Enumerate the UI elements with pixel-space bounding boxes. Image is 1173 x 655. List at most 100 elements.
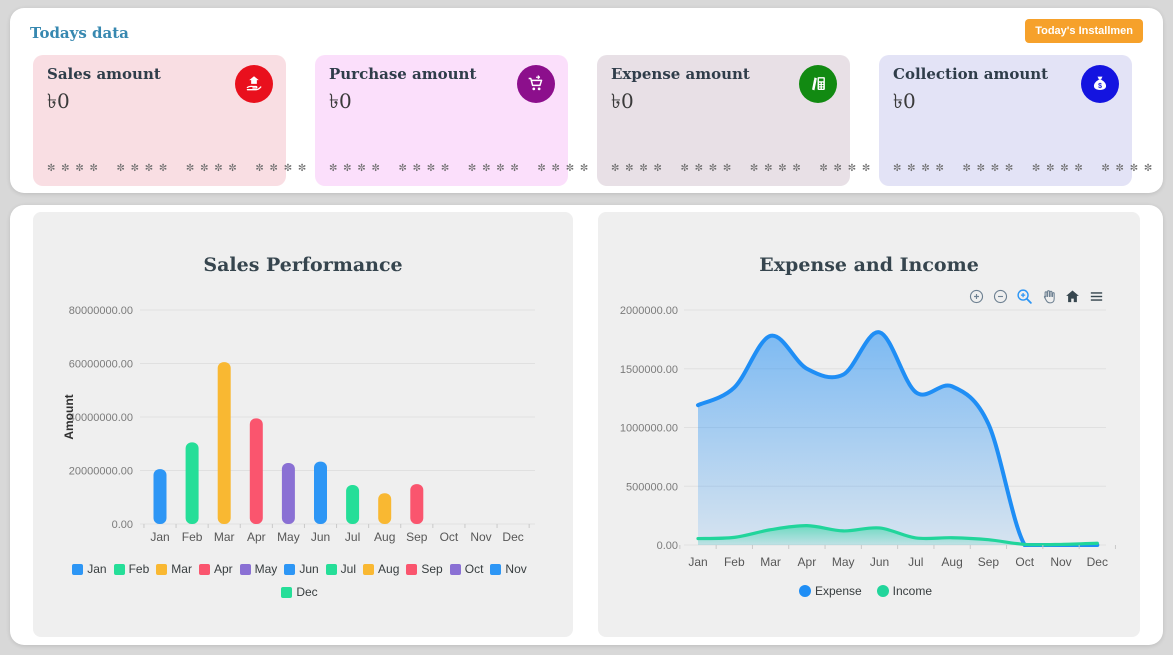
legend-label: Nov: [505, 562, 526, 576]
charts-panel: Sales Performance 0.0020000000.004000000…: [10, 205, 1163, 645]
legend-label: Expense: [815, 584, 862, 598]
sales-chart-legend-row1: Jan Feb Mar Apr May Jun Jul Aug Sep Oct Nov: [33, 562, 573, 576]
legend-label: Income: [893, 584, 932, 598]
legend-label: Jan: [87, 562, 106, 576]
legend-item-nov[interactable]: Nov: [490, 562, 526, 576]
legend-label: Mar: [171, 562, 192, 576]
svg-text:Aug: Aug: [941, 555, 962, 569]
legend-swatch: [281, 587, 292, 598]
card-value: ৳0: [47, 87, 70, 120]
svg-text:May: May: [832, 555, 855, 569]
expense-income-area-chart: 0.00 500000.00 1000000.00 1500000.00 2000000…: [598, 272, 1140, 584]
legend-swatch: [156, 564, 167, 575]
legend-item-mar[interactable]: Mar: [156, 562, 192, 576]
svg-text:0.00: 0.00: [657, 540, 678, 552]
card-title: Expense amount: [611, 65, 750, 83]
svg-text:1000000.00: 1000000.00: [620, 423, 678, 435]
card-title: Purchase amount: [329, 65, 476, 83]
legend-label: Dec: [296, 585, 317, 599]
card-sales-amount: Sales amount ৳0 ✼ ✼ ✼ ✼ ✼ ✼ ✼ ✼ ✼ ✼ ✼ ✼ …: [33, 55, 286, 186]
legend-swatch: [114, 564, 125, 575]
svg-text:Mar: Mar: [214, 530, 235, 544]
svg-text:20000000.00: 20000000.00: [69, 466, 133, 478]
legend-item-income[interactable]: Income: [877, 584, 932, 598]
card-title: Collection amount: [893, 65, 1048, 83]
legend-item-feb[interactable]: Feb: [114, 562, 150, 576]
sales-chart-legend-row2: Dec: [33, 585, 573, 599]
legend-swatch: [450, 564, 461, 575]
todays-data-panel: Todays data Today's Installmen Sales amo…: [10, 8, 1163, 193]
card-masked-digits: ✼ ✼ ✼ ✼ ✼ ✼ ✼ ✼ ✼ ✼ ✼ ✼ ✼ ✼ ✼ ✼: [893, 163, 1154, 174]
billing-calculator-icon: [799, 65, 837, 103]
shopping-cart-icon: [517, 65, 555, 103]
legend-label: Apr: [214, 562, 233, 576]
card-collection-amount: Collection amount ৳0 $ ✼ ✼ ✼ ✼ ✼ ✼ ✼ ✼ ✼…: [879, 55, 1132, 186]
svg-text:2000000.00: 2000000.00: [620, 305, 678, 317]
legend-item-jan[interactable]: Jan: [72, 562, 106, 576]
svg-text:500000.00: 500000.00: [626, 481, 678, 493]
legend-item-apr[interactable]: Apr: [199, 562, 233, 576]
svg-text:Sep: Sep: [978, 555, 1000, 569]
card-masked-digits: ✼ ✼ ✼ ✼ ✼ ✼ ✼ ✼ ✼ ✼ ✼ ✼ ✼ ✼ ✼ ✼: [611, 163, 872, 174]
legend-label: Jun: [299, 562, 318, 576]
svg-text:May: May: [277, 530, 300, 544]
svg-text:Feb: Feb: [182, 530, 203, 544]
stat-cards-row: Sales amount ৳0 ✼ ✼ ✼ ✼ ✼ ✼ ✼ ✼ ✼ ✼ ✼ ✼ …: [33, 55, 1140, 186]
svg-text:1500000.00: 1500000.00: [620, 364, 678, 376]
legend-swatch: [799, 585, 811, 597]
card-value: ৳0: [329, 87, 352, 120]
dashboard-page: Todays data Today's Installmen Sales amo…: [0, 0, 1173, 655]
legend-item-may[interactable]: May: [240, 562, 278, 576]
svg-text:Aug: Aug: [374, 530, 395, 544]
svg-text:Nov: Nov: [470, 530, 491, 544]
legend-swatch: [406, 564, 417, 575]
legend-swatch: [363, 564, 374, 575]
legend-item-expense[interactable]: Expense: [799, 584, 862, 598]
svg-text:0.00: 0.00: [112, 519, 133, 531]
legend-label: Aug: [378, 562, 399, 576]
legend-label: Jul: [341, 562, 356, 576]
section-title: Todays data: [30, 24, 129, 42]
svg-text:Apr: Apr: [247, 530, 266, 544]
svg-text:40000000.00: 40000000.00: [69, 412, 133, 424]
legend-label: May: [255, 562, 278, 576]
svg-text:Apr: Apr: [798, 555, 817, 569]
svg-text:60000000.00: 60000000.00: [69, 359, 133, 371]
svg-text:Oct: Oct: [440, 530, 459, 544]
card-masked-digits: ✼ ✼ ✼ ✼ ✼ ✼ ✼ ✼ ✼ ✼ ✼ ✼ ✼ ✼ ✼ ✼: [47, 163, 308, 174]
svg-text:Jun: Jun: [870, 555, 889, 569]
svg-text:Jul: Jul: [345, 530, 360, 544]
legend-item-jun[interactable]: Jun: [284, 562, 318, 576]
hand-sale-icon: [235, 65, 273, 103]
svg-text:Amount: Amount: [62, 394, 76, 439]
svg-text:Jul: Jul: [908, 555, 923, 569]
svg-text:Jan: Jan: [688, 555, 707, 569]
card-value: ৳0: [611, 87, 634, 120]
legend-label: Feb: [129, 562, 150, 576]
expense-income-legend: Expense Income: [598, 584, 1140, 598]
legend-swatch: [284, 564, 295, 575]
sales-performance-card: Sales Performance 0.0020000000.004000000…: [33, 212, 573, 637]
card-purchase-amount: Purchase amount ৳0 ✼ ✼ ✼ ✼ ✼ ✼ ✼ ✼ ✼ ✼ ✼…: [315, 55, 568, 186]
money-bag-icon: $: [1081, 65, 1119, 103]
legend-label: Oct: [465, 562, 484, 576]
expense-income-card: Expense and Income 0.00500000.001000000.…: [598, 212, 1140, 637]
svg-text:Dec: Dec: [502, 530, 523, 544]
legend-item-oct[interactable]: Oct: [450, 562, 484, 576]
legend-swatch: [326, 564, 337, 575]
svg-text:80000000.00: 80000000.00: [69, 305, 133, 317]
legend-swatch: [240, 564, 251, 575]
legend-item-sep[interactable]: Sep: [406, 562, 442, 576]
card-expense-amount: Expense amount ৳0 ✼ ✼ ✼ ✼ ✼ ✼ ✼ ✼ ✼ ✼ ✼ …: [597, 55, 850, 186]
legend-swatch: [72, 564, 83, 575]
legend-item-aug[interactable]: Aug: [363, 562, 399, 576]
legend-item-jul[interactable]: Jul: [326, 562, 356, 576]
svg-text:Nov: Nov: [1050, 555, 1071, 569]
legend-swatch: [877, 585, 889, 597]
svg-text:Oct: Oct: [1015, 555, 1034, 569]
todays-installment-button[interactable]: Today's Installmen: [1025, 19, 1143, 43]
legend-swatch: [199, 564, 210, 575]
legend-item-dec[interactable]: Dec: [281, 585, 317, 599]
sales-bar-chart: 0.00 20000000.00 40000000.00 60000000.00 800…: [33, 272, 573, 562]
svg-text:Jun: Jun: [311, 530, 330, 544]
